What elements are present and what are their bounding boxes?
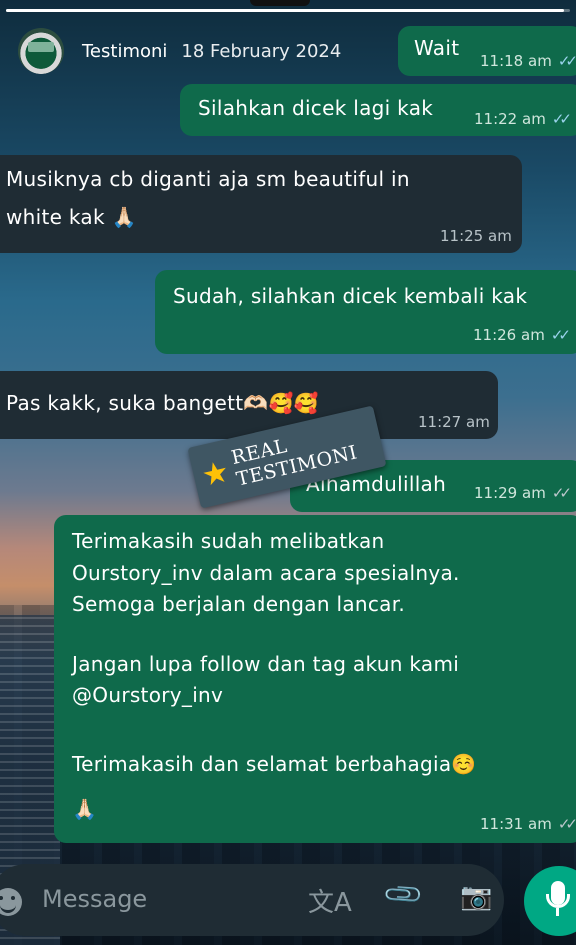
message-meta: 11:31 am ✓✓ [480,815,576,833]
message-text: Pas kakk, suka bangett🫶🏻🥰🥰 [6,391,320,415]
message-time: 11:25 am [440,227,512,245]
mic-button[interactable] [524,866,576,936]
message-text: Terimakasih sudah melibatkan [72,529,385,553]
message-meta: 11:25 am [440,227,512,245]
story-author[interactable]: Testimoni [82,41,167,62]
message-text: white kak 🙏🏻 [6,205,137,229]
message-meta: 11:26 am ✓✓ [473,326,571,344]
message-text: Wait [414,36,460,60]
message-text: Ourstory_inv dalam acara spesialnya. [72,561,460,585]
message-time: 11:31 am [480,815,552,833]
message-bubble[interactable]: Pas kakk, suka bangett🫶🏻🥰🥰 11:27 am [0,371,498,439]
message-text: Semoga berjalan dengan lancar. [72,592,406,616]
message-text: Musiknya cb diganti aja sm beautiful in [6,167,410,191]
mic-icon-leg [556,908,559,916]
message-text: 🙏🏻 [72,797,98,821]
message-meta: 11:22 am ✓✓ [474,110,572,128]
camera-notch [250,0,310,6]
story-header: Testimoni 18 February 2024 [18,28,341,74]
translate-icon[interactable]: 文A [308,882,352,919]
message-bubble[interactable]: Terimakasih sudah melibatkan Ourstory_in… [54,515,576,843]
message-meta: 11:27 am [418,413,490,431]
message-time: 11:27 am [418,413,490,431]
delivered-ticks-icon: ✓✓ [557,815,576,833]
story-progress-fill [6,9,565,12]
message-text: Sudah, silahkan dicek kembali kak [173,284,528,308]
read-ticks-icon: ✓✓ [557,52,576,70]
message-bubble[interactable]: Silahkan dicek lagi kak 11:22 am ✓✓ [180,84,576,136]
message-bubble[interactable]: Musiknya cb diganti aja sm beautiful in … [0,155,522,253]
message-text: @Ourstory_inv [72,683,224,707]
composer-bar: Message 文A 📎 📷 [0,862,576,945]
message-time: 11:29 am [474,484,546,502]
paperclip-icon[interactable]: 📎 [382,873,426,917]
message-time: 11:18 am [480,52,552,70]
message-text: Terimakasih dan selamat berbahagia☺️ [72,752,477,776]
message-input[interactable]: Message 文A 📎 📷 [0,864,504,936]
delivered-ticks-icon: ✓✓ [551,484,572,502]
read-ticks-icon: ✓✓ [551,110,572,128]
message-time: 11:22 am [474,110,546,128]
message-bubble[interactable]: Wait 11:18 am ✓✓ [398,26,576,76]
story-date: 18 February 2024 [181,40,342,62]
read-ticks-icon: ✓✓ [550,326,571,344]
message-time: 11:26 am [473,326,545,344]
camera-icon[interactable]: 📷 [460,882,492,912]
message-placeholder: Message [42,885,148,913]
emoji-icon[interactable] [0,888,22,916]
star-icon: ★ [198,453,233,494]
message-text: Jangan lupa follow dan tag akun kami [72,652,460,676]
message-meta: 11:18 am ✓✓ [480,52,576,70]
story-progress-bar [6,9,570,12]
avatar[interactable] [18,28,64,74]
message-meta: 11:29 am ✓✓ [474,484,572,502]
message-text: Silahkan dicek lagi kak [198,96,434,120]
message-bubble[interactable]: Sudah, silahkan dicek kembali kak 11:26 … [155,270,576,354]
mic-icon-stand [546,894,570,908]
